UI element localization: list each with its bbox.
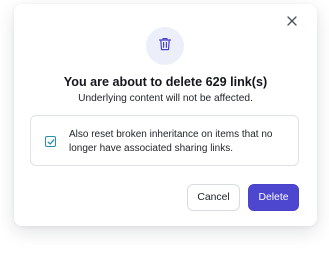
delete-button[interactable]: Delete	[248, 184, 299, 211]
cancel-button[interactable]: Cancel	[187, 184, 240, 211]
reset-inheritance-option: Also reset broken inheritance on items t…	[30, 115, 299, 166]
reset-inheritance-label: Also reset broken inheritance on items t…	[69, 129, 273, 154]
checkmark-icon	[47, 133, 55, 151]
trash-icon	[157, 36, 173, 57]
close-icon	[287, 13, 297, 31]
delete-links-dialog: You are about to delete 629 link(s) Unde…	[14, 4, 317, 226]
trash-icon-badge	[146, 27, 184, 65]
dialog-subtitle: Underlying content will not be affected.	[78, 93, 253, 104]
dialog-title: You are about to delete 629 link(s)	[63, 75, 268, 89]
close-button[interactable]	[285, 15, 299, 29]
reset-inheritance-checkbox[interactable]	[45, 136, 56, 147]
